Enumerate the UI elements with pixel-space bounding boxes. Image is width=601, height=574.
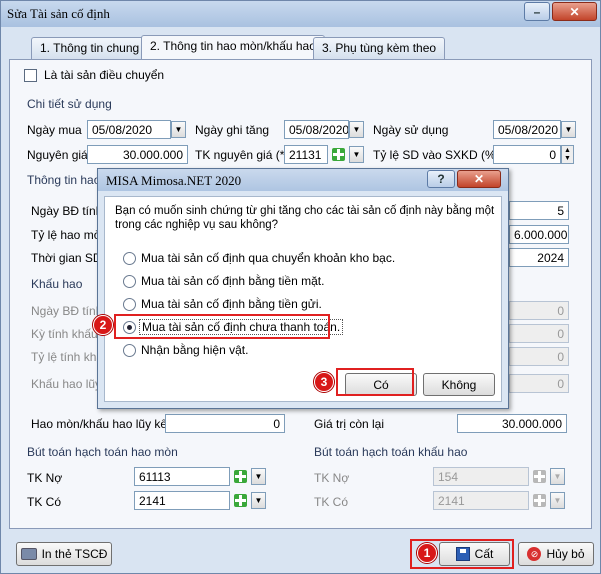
ratio-label: Tỷ lệ SD vào SXKD (%) <box>373 148 500 162</box>
increase-date-field[interactable]: 05/08/2020 <box>284 120 349 139</box>
kh-tk-no-field[interactable]: 154 <box>433 467 529 486</box>
yes-highlight-box <box>336 368 414 396</box>
kh-accum-label: Khấu hao lũy <box>31 377 102 391</box>
step-badge-2: 2 <box>93 315 113 335</box>
add-tk-cost-icon[interactable] <box>330 146 347 163</box>
time-label: Thời gian SD <box>31 251 102 265</box>
hm-tk-co-field[interactable]: 2141 <box>134 491 230 510</box>
hm-tk-no-field[interactable]: 61113 <box>134 467 230 486</box>
window-title: Sửa Tài sản cố định <box>7 6 110 21</box>
transfer-checkbox-label: Là tài sản điều chuyển <box>44 68 165 82</box>
purchase-date-field[interactable]: 05/08/2020 <box>87 120 171 139</box>
remaining-label: Giá trị còn lại <box>314 417 385 431</box>
tk-cost-field[interactable]: 21131 <box>284 145 328 164</box>
kh-entry-section-title: Bút toán hạch toán khấu hao <box>314 445 468 459</box>
dialog-question-line2: trong các nghiệp vụ sau không? <box>115 219 279 231</box>
ratio-spinner[interactable]: ▲ ▼ <box>561 145 574 164</box>
option-radio-cash[interactable] <box>123 275 136 288</box>
ratio-field[interactable]: 0 <box>493 145 561 164</box>
kh-rate-label: Tỷ lệ tính khấ <box>31 350 104 364</box>
kh-rate-field[interactable]: 0 <box>509 347 569 366</box>
purchase-date-dropdown[interactable]: ▼ <box>171 121 186 138</box>
hm-entry-section-title: Bút toán hạch toán hao mòn <box>27 445 178 459</box>
minimize-button[interactable]: – <box>524 2 550 21</box>
print-card-button[interactable]: In thẻ TSCĐ <box>16 542 112 566</box>
kh-accum-field[interactable]: 0 <box>509 374 569 393</box>
original-cost-field[interactable]: 30.000.000 <box>87 145 188 164</box>
transfer-checkbox[interactable] <box>24 69 37 82</box>
kh-tk-no-dropdown[interactable]: ▼ <box>550 468 565 485</box>
print-icon <box>20 548 37 560</box>
option-label-in-kind: Nhận bằng hiện vật. <box>141 343 249 357</box>
hm-tk-co-label: TK Có <box>27 495 62 509</box>
hm-tk-co-dropdown[interactable]: ▼ <box>251 492 266 509</box>
add-hm-tk-no-icon[interactable] <box>232 468 249 485</box>
save-label: Cất <box>474 547 494 561</box>
kh-tk-co-label: TK Có <box>314 495 349 509</box>
option-radio-in-kind[interactable] <box>123 344 136 357</box>
increase-date-label: Ngày ghi tăng <box>195 123 270 137</box>
rate-field[interactable]: 6.000.000 <box>509 225 569 244</box>
confirm-dialog: MISA Mimosa.NET 2020 ? ✕ Bạn có muốn sin… <box>97 168 509 409</box>
dialog-body: Bạn có muốn sinh chứng từ ghi tăng cho c… <box>104 196 502 402</box>
dep-info-section-title: Thông tin hao <box>27 173 101 187</box>
kh-start-field[interactable]: 0 <box>509 301 569 320</box>
add-hm-tk-co-icon[interactable] <box>232 492 249 509</box>
rate-label: Tỷ lệ hao mòn <box>31 228 108 242</box>
dialog-help-button[interactable]: ? <box>427 170 455 188</box>
tk-cost-label: TK nguyên giá (*) <box>195 148 289 162</box>
save-button[interactable]: Cất <box>439 542 510 566</box>
cancel-label: Hủy bỏ <box>546 547 585 561</box>
use-date-dropdown[interactable]: ▼ <box>561 121 576 138</box>
option-radio-deposit[interactable] <box>123 298 136 311</box>
kh-tk-co-dropdown[interactable]: ▼ <box>550 492 565 509</box>
use-date-field[interactable]: 05/08/2020 <box>493 120 561 139</box>
kh-tk-no-label: TK Nợ <box>314 471 350 485</box>
year-field[interactable]: 2024 <box>509 248 569 267</box>
close-button[interactable]: ✕ <box>552 2 597 21</box>
tk-cost-dropdown[interactable]: ▼ <box>349 146 364 163</box>
add-kh-tk-co-icon[interactable] <box>531 492 548 509</box>
option-highlight-box <box>114 314 330 339</box>
original-cost-label: Nguyên giá <box>27 148 88 162</box>
increase-date-dropdown[interactable]: ▼ <box>349 121 364 138</box>
tab-depreciation-info[interactable]: 2. Thông tin hao mòn/khấu hao <box>141 35 325 60</box>
step-badge-1: 1 <box>417 543 437 563</box>
option-radio-treasury[interactable] <box>123 252 136 265</box>
dialog-title: MISA Mimosa.NET 2020 <box>106 173 242 188</box>
cancel-button[interactable]: ⊘ Hủy bỏ <box>518 542 594 566</box>
step-badge-3: 3 <box>314 372 334 392</box>
purchase-date-label: Ngày mua <box>27 123 82 137</box>
dialog-close-button[interactable]: ✕ <box>457 170 501 188</box>
option-label-deposit: Mua tài sản cố định bằng tiền gửi. <box>141 297 322 311</box>
kh-period-label: Kỳ tính khấu <box>31 327 98 341</box>
years-field[interactable]: 5 <box>509 201 569 220</box>
cancel-icon: ⊘ <box>527 547 542 561</box>
use-date-label: Ngày sử dụng <box>373 123 449 137</box>
floppy-disk-icon <box>455 547 470 561</box>
print-card-label: In thẻ TSCĐ <box>41 547 108 561</box>
accum-field[interactable]: 0 <box>165 414 285 433</box>
add-kh-tk-no-icon[interactable] <box>531 468 548 485</box>
dialog-title-bar: MISA Mimosa.NET 2020 ? ✕ <box>98 169 508 191</box>
start-date-label: Ngày BĐ tính <box>31 204 103 218</box>
option-label-cash: Mua tài sản cố định bằng tiền mặt. <box>141 274 325 288</box>
hm-tk-no-label: TK Nợ <box>27 471 63 485</box>
khau-hao-section-title: Khấu hao <box>31 277 83 291</box>
usage-section-title: Chi tiết sử dụng <box>27 97 112 111</box>
kh-tk-co-field[interactable]: 2141 <box>433 491 529 510</box>
tab-general-info[interactable]: 1. Thông tin chung <box>31 37 149 59</box>
option-label-treasury: Mua tài sản cố định qua chuyển khoản kho… <box>141 251 396 265</box>
kh-period-field[interactable]: 0 <box>509 324 569 343</box>
hm-tk-no-dropdown[interactable]: ▼ <box>251 468 266 485</box>
kh-start-label: Ngày BĐ tính <box>31 304 103 318</box>
no-button[interactable]: Không <box>423 373 495 396</box>
remaining-field[interactable]: 30.000.000 <box>457 414 567 433</box>
tab-spare-parts[interactable]: 3. Phụ tùng kèm theo <box>313 37 446 59</box>
accum-label: Hao mòn/khấu hao lũy kế <box>31 417 168 431</box>
title-bar: Sửa Tài sản cố định – ✕ <box>1 1 600 27</box>
dialog-question-line1: Bạn có muốn sinh chứng từ ghi tăng cho c… <box>115 205 495 217</box>
